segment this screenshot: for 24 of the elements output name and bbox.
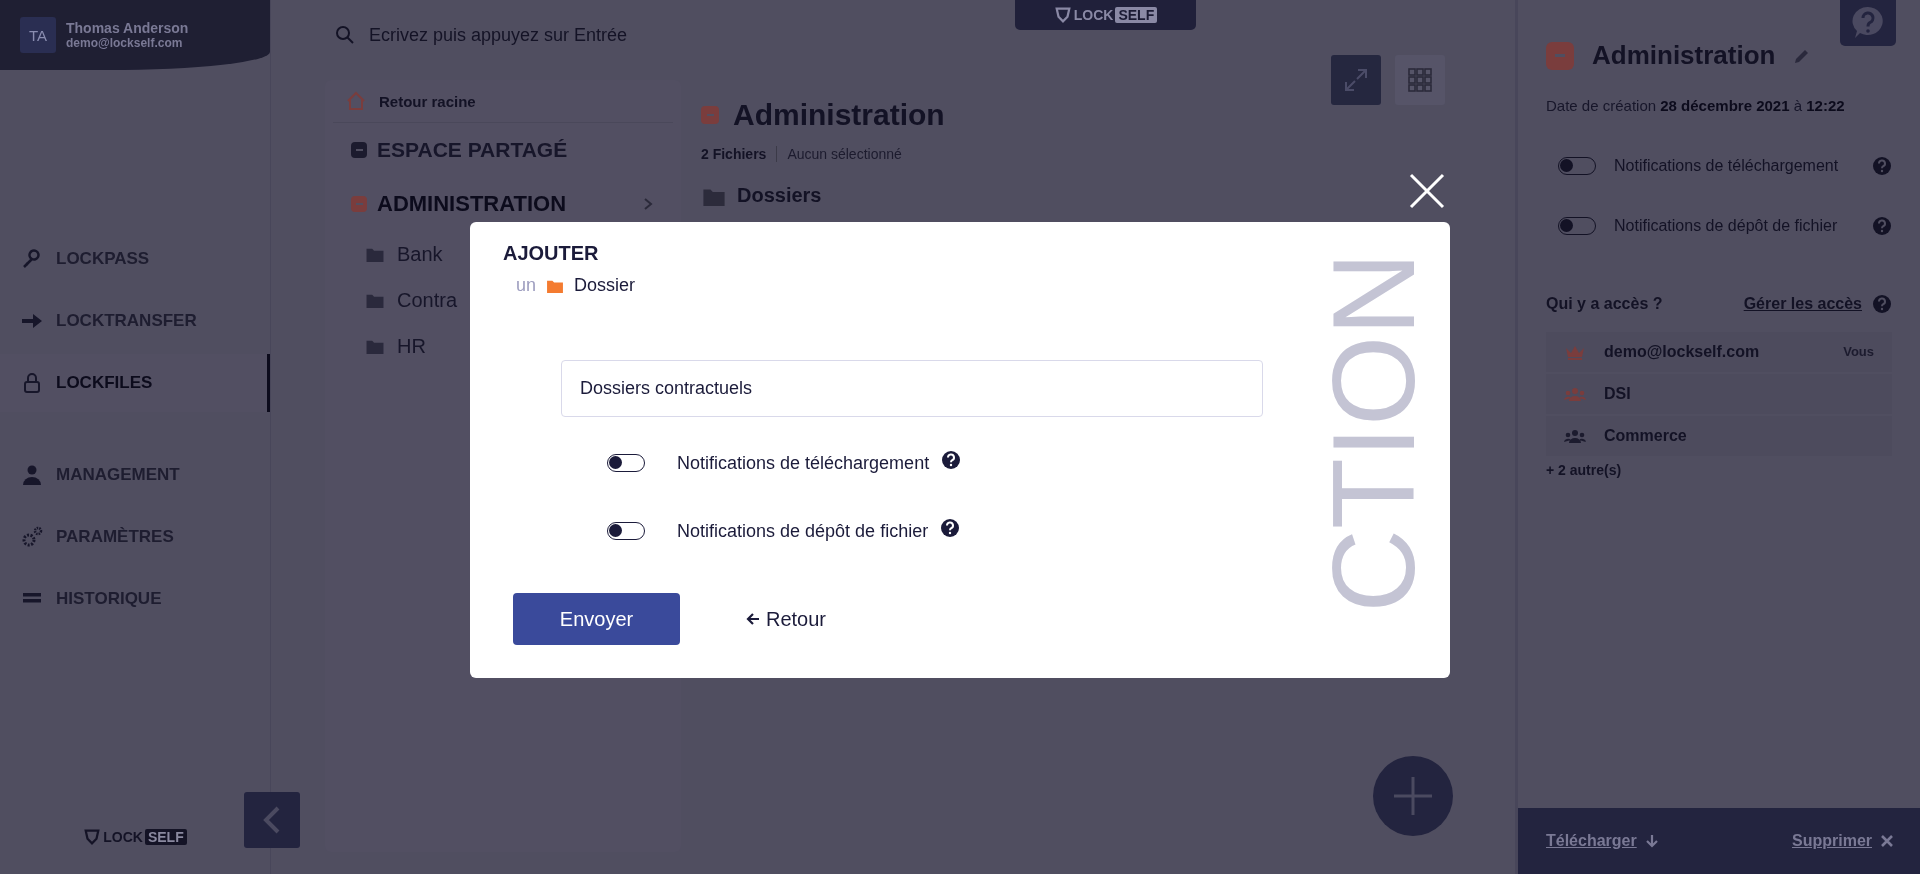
creation-date: Date de création 28 décembre 2021 à 12:22 <box>1546 97 1846 116</box>
logo-badge: SELF <box>144 829 187 845</box>
user-name: Thomas Anderson <box>66 20 189 36</box>
logo-text: LOCK <box>103 829 143 845</box>
more-members: + 2 autre(s) <box>1546 461 1623 478</box>
avatar: TA <box>20 17 56 53</box>
toggle-label: Notifications de dépôt de fichier <box>1614 216 1839 235</box>
dialog-title: AJOUTER <box>503 242 600 265</box>
article-label: un <box>516 275 537 296</box>
toggle-label: Notifications de téléchargement <box>677 452 930 474</box>
member-name: Commerce <box>1604 426 1687 445</box>
background-lettering: CTION <box>1316 252 1432 613</box>
logo-text: LOCK <box>1073 7 1114 23</box>
member-name: DSI <box>1604 384 1631 403</box>
member-name: demo@lockself.com <box>1604 342 1760 361</box>
page-title: Administration <box>733 98 945 132</box>
access-title: Qui y a accès ? <box>1546 294 1663 313</box>
file-count: 2 Fichiers <box>701 146 778 162</box>
user-email: demo@lockself.com <box>66 36 184 50</box>
toggle-label: Notifications de dépôt de fichier <box>677 520 929 542</box>
details-title: Administration <box>1592 40 1776 71</box>
section-title: Dossiers <box>737 184 822 207</box>
logo-badge: SELF <box>1115 7 1158 23</box>
toggle-label: Notifications de téléchargement <box>1614 156 1840 175</box>
